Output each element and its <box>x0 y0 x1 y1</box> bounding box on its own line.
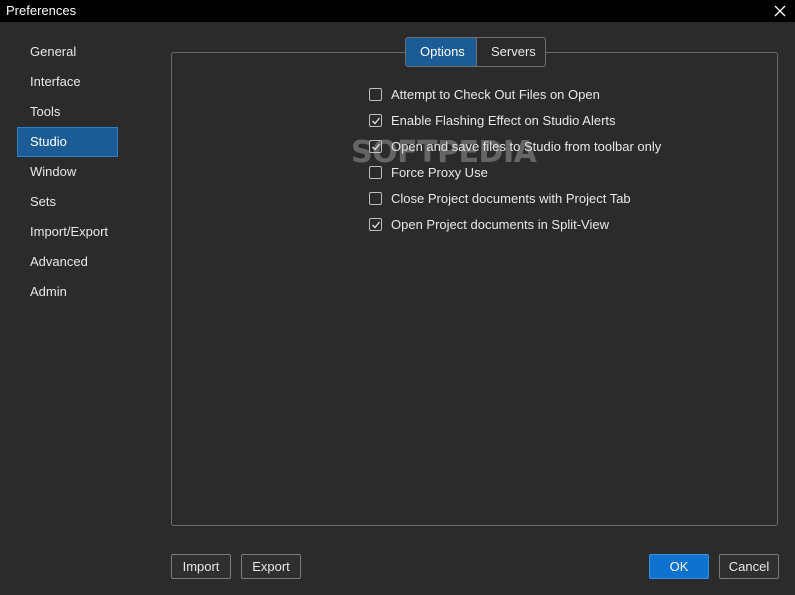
window-title: Preferences <box>6 3 77 18</box>
option-split-view[interactable]: Open Project documents in Split-View <box>369 211 661 237</box>
sidebar-item-advanced[interactable]: Advanced <box>17 247 118 277</box>
option-label: Attempt to Check Out Files on Open <box>391 86 600 102</box>
cancel-button[interactable]: Cancel <box>719 554 779 579</box>
option-label: Close Project documents with Project Tab <box>391 190 631 206</box>
option-force-proxy[interactable]: Force Proxy Use <box>369 159 661 185</box>
export-button[interactable]: Export <box>241 554 301 579</box>
sidebar-item-studio[interactable]: Studio <box>17 127 118 157</box>
option-check-out-on-open[interactable]: Attempt to Check Out Files on Open <box>369 81 661 107</box>
title-bar: Preferences <box>0 0 795 22</box>
checkbox[interactable] <box>369 165 382 179</box>
sidebar-item-admin[interactable]: Admin <box>17 277 118 307</box>
preferences-window: Preferences General Interface Tools Stud… <box>0 0 795 595</box>
checkmark-icon <box>372 143 381 150</box>
checkbox[interactable] <box>369 139 382 153</box>
sidebar-item-general[interactable]: General <box>17 37 118 67</box>
checkbox[interactable] <box>369 113 382 127</box>
close-icon <box>774 5 786 17</box>
tab-options[interactable]: Options <box>406 38 477 66</box>
option-label: Open Project documents in Split-View <box>391 216 609 232</box>
sidebar-item-tools[interactable]: Tools <box>17 97 118 127</box>
option-toolbar-only[interactable]: Open and save files to Studio from toolb… <box>369 133 661 159</box>
sidebar-item-interface[interactable]: Interface <box>17 67 118 97</box>
import-button[interactable]: Import <box>171 554 231 579</box>
option-label: Enable Flashing Effect on Studio Alerts <box>391 112 616 128</box>
checkbox[interactable] <box>369 191 382 205</box>
category-sidebar: General Interface Tools Studio Window Se… <box>17 37 118 307</box>
ok-button[interactable]: OK <box>649 554 709 579</box>
checkbox[interactable] <box>369 217 382 231</box>
close-button[interactable] <box>765 0 795 22</box>
sidebar-item-import-export[interactable]: Import/Export <box>17 217 118 247</box>
options-list: Attempt to Check Out Files on Open Enabl… <box>369 81 661 237</box>
tab-bar: Options Servers <box>405 37 546 67</box>
checkmark-icon <box>372 117 381 124</box>
sidebar-item-window[interactable]: Window <box>17 157 118 187</box>
option-flashing-effect[interactable]: Enable Flashing Effect on Studio Alerts <box>369 107 661 133</box>
option-label: Force Proxy Use <box>391 164 488 180</box>
option-close-project-docs[interactable]: Close Project documents with Project Tab <box>369 185 661 211</box>
tab-servers[interactable]: Servers <box>477 38 545 66</box>
checkbox[interactable] <box>369 87 382 101</box>
option-label: Open and save files to Studio from toolb… <box>391 138 662 154</box>
sidebar-item-sets[interactable]: Sets <box>17 187 118 217</box>
checkmark-icon <box>372 221 381 228</box>
